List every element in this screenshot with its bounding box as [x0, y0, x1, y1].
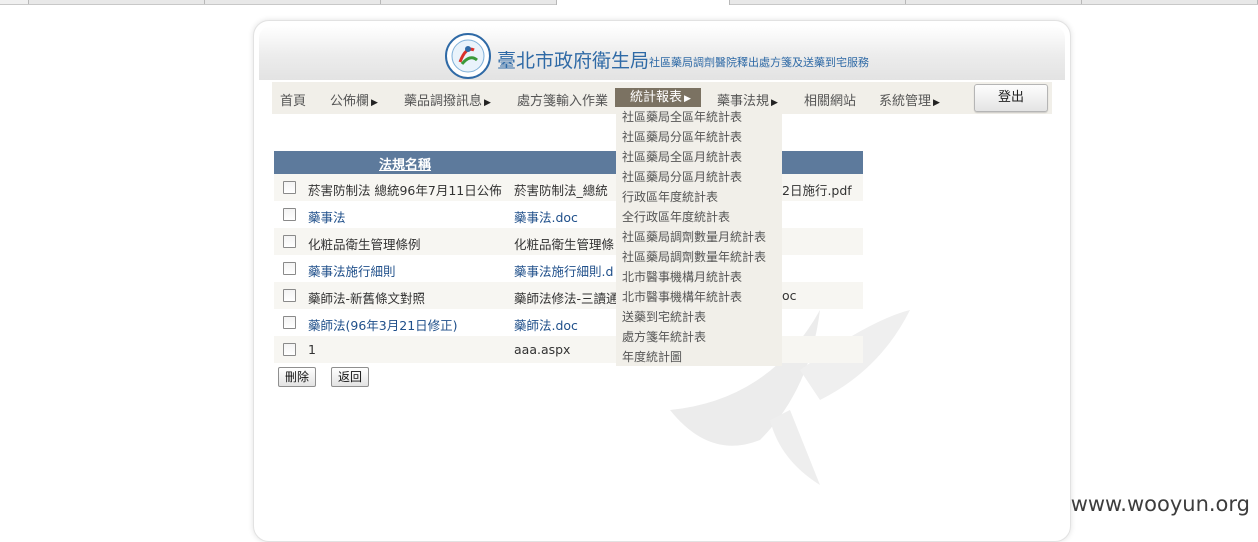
- nav-statistics[interactable]: 統計報表 ▶: [615, 88, 701, 107]
- site-watermark-text: www.wooyun.org: [1070, 492, 1250, 516]
- regulation-file-link[interactable]: 藥事法施行細則.d: [514, 261, 613, 280]
- menu-item-medical-institutions-annual[interactable]: 北市醫事機構年統計表: [616, 287, 782, 307]
- nav-drug-transfer-label: 藥品調撥訊息: [404, 94, 483, 109]
- row-checkbox[interactable]: [283, 316, 296, 329]
- site-title: 臺北市政府衛生局: [497, 50, 650, 72]
- browser-tab-strip: [0, 0, 1258, 5]
- row-checkbox[interactable]: [283, 289, 296, 302]
- regulation-name-link[interactable]: 藥事法: [308, 207, 346, 226]
- menu-item-annual-by-district[interactable]: 社區藥局分區年統計表: [616, 127, 782, 147]
- browser-tab[interactable]: [28, 0, 205, 4]
- browser-tab[interactable]: [729, 0, 906, 4]
- nav-related-sites[interactable]: 相關網站: [804, 90, 856, 109]
- back-button[interactable]: 返回: [331, 367, 370, 387]
- submenu-arrow-icon: ▶: [684, 94, 691, 104]
- regulation-file-tail: 2日施行.pdf: [782, 183, 852, 198]
- agency-logo-icon: [445, 33, 491, 79]
- row-checkbox[interactable]: [283, 262, 296, 275]
- statistics-dropdown-menu: 社區藥局全區年統計表 社區藥局分區年統計表 社區藥局全區月統計表 社區藥局分區月…: [616, 107, 782, 366]
- regulation-file: aaa.aspx: [514, 342, 571, 357]
- submenu-arrow-icon: ▶: [484, 98, 491, 108]
- regulation-file-link[interactable]: 藥師法.doc: [514, 315, 578, 334]
- regulation-file: 藥師法修法-三讀通: [514, 291, 619, 306]
- menu-item-dispensing-annual[interactable]: 社區藥局調劑數量年統計表: [616, 247, 782, 267]
- submenu-arrow-icon: ▶: [933, 98, 940, 108]
- row-checkbox[interactable]: [283, 181, 296, 194]
- row-checkbox[interactable]: [283, 208, 296, 221]
- regulation-file: 菸害防制法_總統: [514, 183, 608, 198]
- nav-bulletin-label: 公佈欄: [330, 94, 370, 109]
- logout-button[interactable]: 登出: [974, 84, 1048, 112]
- menu-item-monthly-by-district[interactable]: 社區藥局分區月統計表: [616, 167, 782, 187]
- regulation-name-link[interactable]: 藥師法(96年3月21日修正): [308, 315, 458, 334]
- regulation-name: 化粧品衛生管理條例: [308, 237, 421, 252]
- nav-related-sites-label: 相關網站: [804, 94, 857, 109]
- browser-tab[interactable]: [204, 0, 381, 4]
- menu-item-dispensing-monthly[interactable]: 社區藥局調劑數量月統計表: [616, 227, 782, 247]
- menu-item-annual-all-districts[interactable]: 社區藥局全區年統計表: [616, 107, 782, 127]
- regulation-name: 1: [308, 342, 316, 357]
- menu-item-home-delivery[interactable]: 送藥到宅統計表: [616, 307, 782, 327]
- regulation-name-link[interactable]: 藥事法施行細則: [308, 261, 396, 280]
- nav-home[interactable]: 首頁: [280, 90, 306, 109]
- row-checkbox[interactable]: [283, 343, 296, 356]
- menu-item-prescription-annual[interactable]: 處方箋年統計表: [616, 327, 782, 347]
- delete-button[interactable]: 刪除: [278, 367, 317, 387]
- browser-tab[interactable]: [905, 0, 1082, 4]
- regulation-file-link[interactable]: 藥事法.doc: [514, 207, 578, 226]
- nav-prescription-entry[interactable]: 處方箋輸入作業: [517, 90, 608, 109]
- regulation-name: 藥師法-新舊條文對照: [308, 291, 426, 306]
- row-checkbox[interactable]: [283, 235, 296, 248]
- nav-drug-transfer[interactable]: 藥品調撥訊息 ▶: [404, 90, 491, 109]
- nav-bulletin[interactable]: 公佈欄 ▶: [330, 90, 378, 109]
- page-header: 臺北市政府衛生局 社區藥局調劑醫院釋出處方箋及送藥到宅服務: [259, 26, 1065, 80]
- menu-item-monthly-all-districts[interactable]: 社區藥局全區月統計表: [616, 147, 782, 167]
- nav-system-admin-label: 系統管理: [879, 94, 932, 109]
- menu-item-admin-district-annual[interactable]: 行政區年度統計表: [616, 187, 782, 207]
- submenu-arrow-icon: ▶: [371, 98, 378, 108]
- browser-tab-active[interactable]: [556, 0, 730, 5]
- nav-home-label: 首頁: [280, 94, 307, 109]
- nav-statistics-label: 統計報表: [630, 90, 683, 105]
- regulation-file-tail: oc: [782, 288, 797, 303]
- menu-item-all-admin-districts-annual[interactable]: 全行政區年度統計表: [616, 207, 782, 227]
- nav-prescription-entry-label: 處方箋輸入作業: [517, 94, 609, 109]
- site-subtitle: 社區藥局調劑醫院釋出處方箋及送藥到宅服務: [649, 56, 869, 69]
- regulation-file: 化粧品衛生管理條: [514, 237, 615, 252]
- browser-tab[interactable]: [380, 0, 557, 4]
- regulation-name: 菸害防制法 總統96年7月11日公佈: [308, 183, 502, 198]
- nav-system-admin[interactable]: 系統管理 ▶: [879, 90, 940, 109]
- browser-tab[interactable]: [1081, 0, 1258, 4]
- menu-item-medical-institutions-monthly[interactable]: 北市醫事機構月統計表: [616, 267, 782, 287]
- menu-item-annual-chart[interactable]: 年度統計圖: [616, 347, 782, 367]
- column-header-regulation-name[interactable]: 法規名稱: [379, 154, 431, 173]
